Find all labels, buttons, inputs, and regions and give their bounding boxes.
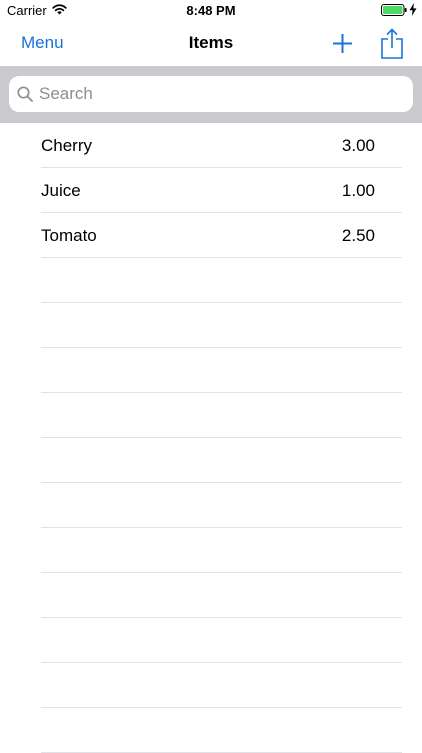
search-field[interactable]: [9, 76, 413, 112]
search-bar-container: [0, 66, 422, 123]
search-input[interactable]: [39, 76, 399, 112]
table-row[interactable]: [41, 708, 402, 753]
item-name: Tomato: [41, 226, 97, 245]
search-icon: [17, 86, 33, 102]
navigation-bar: Menu Items: [0, 22, 422, 66]
share-icon[interactable]: [380, 28, 404, 59]
table-row[interactable]: [41, 618, 402, 663]
table-row[interactable]: [41, 573, 402, 618]
status-bar: Carrier 8:48 PM: [0, 0, 422, 22]
table-row[interactable]: [41, 393, 402, 438]
status-time: 8:48 PM: [186, 3, 236, 18]
item-value: 2.50: [341, 226, 375, 245]
table-row[interactable]: Cherry 3.00: [41, 123, 402, 168]
item-value: 3.00: [341, 136, 375, 155]
charging-bolt-icon: [409, 3, 417, 16]
table-row[interactable]: [41, 438, 402, 483]
table-row[interactable]: [41, 303, 402, 348]
item-name: Juice: [41, 181, 81, 200]
table-row[interactable]: [41, 348, 402, 393]
table-row[interactable]: [41, 258, 402, 303]
table-row[interactable]: [41, 483, 402, 528]
item-name: Cherry: [41, 136, 93, 155]
table-row[interactable]: Tomato 2.50: [41, 213, 402, 258]
table-row[interactable]: [41, 663, 402, 708]
table-row[interactable]: [41, 528, 402, 573]
battery-icon: [381, 4, 407, 16]
item-value: 1.00: [341, 181, 375, 200]
page-title: Items: [188, 33, 234, 52]
table-row[interactable]: Juice 1.00: [41, 168, 402, 213]
items-table: Cherry 3.00 Juice 1.00 Tomato 2.50: [0, 123, 422, 753]
add-icon[interactable]: [332, 33, 353, 54]
battery-level: [383, 6, 403, 14]
